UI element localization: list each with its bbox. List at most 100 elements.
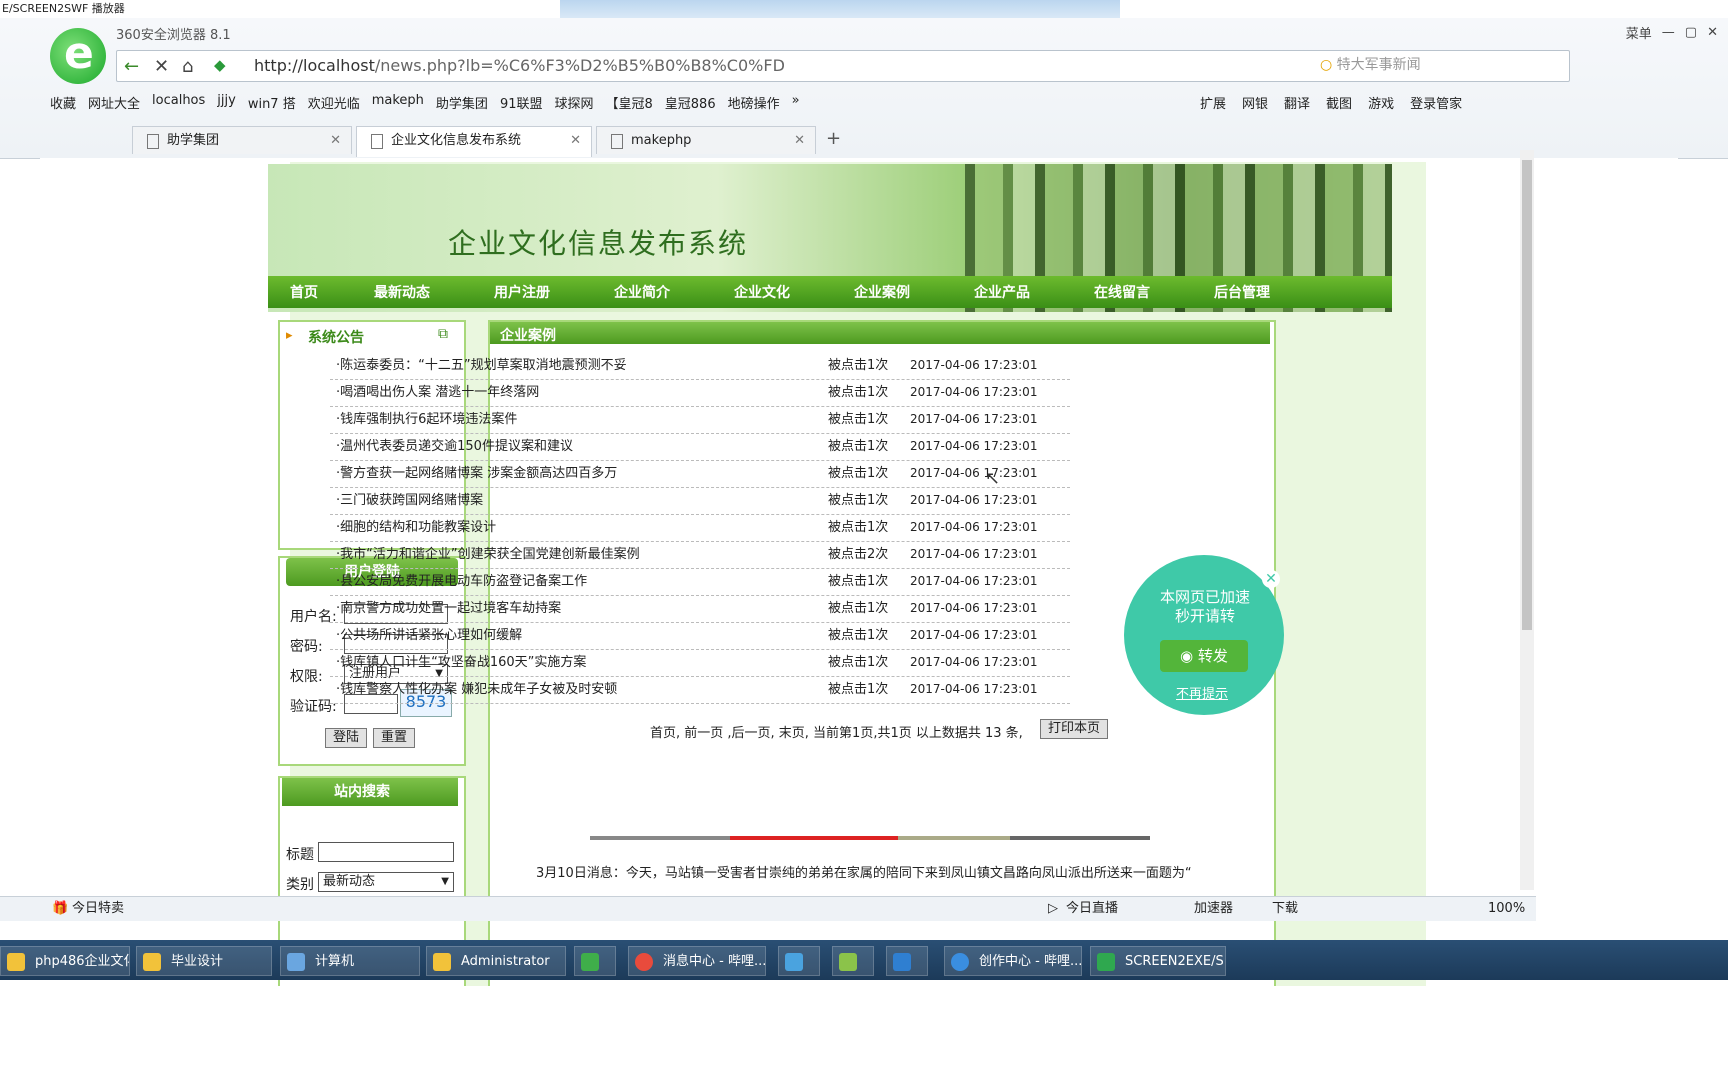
status-deals[interactable]: 今日特卖 (72, 897, 124, 921)
close-tab-icon[interactable]: ✕ (794, 127, 805, 155)
list-item[interactable]: ·我市“活力和谐企业”创建荣获全国党建创新最佳案例 被点击2次 2017-04-06… (330, 541, 1070, 569)
url-text[interactable]: http://localhost/news.php?lb=%C6%F3%D2%B… (254, 56, 785, 75)
stop-icon[interactable]: ✕ (154, 56, 169, 77)
tool-translate[interactable]: 翻译 (1284, 93, 1310, 112)
bookmark-item[interactable]: localhos (152, 93, 205, 115)
taskbar-item[interactable]: php486企业文化... (0, 946, 130, 976)
taskbar-app[interactable] (778, 946, 820, 976)
item-title[interactable]: ·细胞的结构和功能教案设计 (336, 514, 496, 541)
close-tab-icon[interactable]: ✕ (570, 127, 581, 155)
item-title[interactable]: ·县公安局免费开展电动车防盗登记备案工作 (336, 568, 587, 595)
share-button[interactable]: ◉ 转发 (1160, 640, 1248, 672)
status-download[interactable]: 下载 (1272, 897, 1298, 921)
search-input[interactable]: ○ 特大军事新闻 (1320, 54, 1560, 76)
nav-messages[interactable]: 在线留言 (1094, 282, 1192, 302)
print-button[interactable]: 打印本页 (1040, 719, 1108, 739)
item-title[interactable]: ·喝酒喝出伤人案 潜逃十一年终落网 (336, 379, 539, 406)
item-title[interactable]: ·钱库镇人口计生“攻坚奋战160天”实施方案 (336, 649, 586, 676)
list-item[interactable]: ·喝酒喝出伤人案 潜逃十一年终落网 被点击1次 2017-04-06 17:23:0… (330, 379, 1070, 407)
nav-news[interactable]: 最新动态 (374, 282, 472, 302)
item-title[interactable]: ·南京警方成功处置一起过境客车劫持案 (336, 595, 561, 622)
list-item[interactable]: ·陈运泰委员：“十二五”规划草案取消地震预测不妥 被点击1次 2017-04-06 … (330, 352, 1070, 380)
taskbar-item[interactable]: Administrator (426, 946, 566, 976)
list-item[interactable]: ·钱库镇人口计生“攻坚奋战160天”实施方案 被点击1次 2017-04-06 17… (330, 649, 1070, 677)
tab-active[interactable]: 企业文化信息发布系统 ✕ (356, 126, 592, 157)
list-item[interactable]: ·公共场所讲话紧张心理如何缓解 被点击1次 2017-04-06 17:23:01 (330, 622, 1070, 650)
item-title[interactable]: ·我市“活力和谐企业”创建荣获全国党建创新最佳案例 (336, 541, 640, 568)
list-item[interactable]: ·警方查获一起网络赌博案 涉案金额高达四百多万 被点击1次 2017-04-06 1… (330, 460, 1070, 488)
more-icon[interactable]: ⧉ (438, 326, 448, 342)
taskbar-app[interactable] (886, 946, 928, 976)
login-button[interactable]: 登陆 (325, 728, 367, 748)
nav-home[interactable]: 首页 (290, 282, 352, 302)
pagination[interactable]: 首页, 前一页 ,后一页, 末页, 当前第1页,共1页 以上数据共 13 条, (650, 722, 1023, 741)
bookmark-item[interactable]: 网址大全 (88, 93, 140, 115)
search-title-input[interactable] (318, 842, 454, 862)
bookmark-item[interactable]: win7 搭 (248, 93, 296, 115)
scrollbar-thumb[interactable] (1522, 160, 1532, 630)
nav-about[interactable]: 企业简介 (614, 282, 712, 302)
bookmark-item[interactable]: 球探网 (554, 93, 593, 115)
tab-makephp[interactable]: makephp ✕ (596, 126, 816, 154)
item-title[interactable]: ·警方查获一起网络赌博案 涉案金额高达四百多万 (336, 460, 617, 487)
bookmark-item[interactable]: 收藏 (50, 93, 76, 115)
list-item[interactable]: ·三门破获跨国网络赌博案 被点击1次 2017-04-06 17:23:01 (330, 487, 1070, 515)
home-icon[interactable]: ⌂ (182, 56, 193, 77)
tool-bank[interactable]: 网银 (1242, 93, 1268, 112)
nav-register[interactable]: 用户注册 (494, 282, 592, 302)
taskbar-item[interactable]: 消息中心 - 哔哩... (628, 946, 766, 976)
taskbar-app[interactable] (574, 946, 616, 976)
list-item[interactable]: ·钱库强制执行6起环境违法案件 被点击1次 2017-04-06 17:23:01 (330, 406, 1070, 434)
item-title[interactable]: ·公共场所讲话紧张心理如何缓解 (336, 622, 522, 649)
taskbar-item[interactable]: SCREEN2EXE/S... (1090, 946, 1226, 976)
list-item[interactable]: ·县公安局免费开展电动车防盗登记备案工作 被点击1次 2017-04-06 17:2… (330, 568, 1070, 596)
article-paragraph: 3月10日消息：今天，马站镇一受害者甘崇纯的弟弟在家属的陪同下来到凤山镇文昌路向… (536, 866, 1192, 881)
item-title[interactable]: ·陈运泰委员：“十二五”规划草案取消地震预测不妥 (336, 352, 627, 379)
bookmark-item[interactable]: 地磅操作 (728, 93, 780, 115)
status-accelerator[interactable]: 加速器 (1194, 897, 1233, 921)
item-title[interactable]: ·三门破获跨国网络赌博案 (336, 487, 483, 514)
close-tab-icon[interactable]: ✕ (330, 127, 341, 155)
back-arrow-icon[interactable]: ← (124, 56, 139, 77)
list-item[interactable]: ·钱库警察人性化办案 嫌犯未成年子女被及时安顿 被点击1次 2017-04-06 1… (330, 676, 1070, 704)
status-zoom[interactable]: 100% (1488, 897, 1525, 921)
bookmark-item[interactable]: 【皇冠8 (606, 93, 653, 115)
item-title[interactable]: ·钱库强制执行6起环境违法案件 (336, 406, 517, 433)
bookmark-item[interactable]: 皇冠886 (665, 93, 716, 115)
bookmark-item[interactable]: 欢迎光临 (308, 93, 360, 115)
list-item[interactable]: ·南京警方成功处置一起过境客车劫持案 被点击1次 2017-04-06 17:23:… (330, 595, 1070, 623)
bookmark-item[interactable]: 91联盟 (500, 93, 543, 115)
tool-screenshot[interactable]: 截图 (1326, 93, 1352, 112)
new-tab-icon[interactable]: + (826, 128, 841, 149)
taskbar-app[interactable] (832, 946, 874, 976)
minimize-button[interactable]: — (1662, 25, 1675, 40)
bookmark-item[interactable]: jjjy (217, 93, 236, 115)
taskbar-item[interactable]: 计算机 (280, 946, 420, 976)
tool-extensions[interactable]: 扩展 (1200, 93, 1226, 112)
tool-games[interactable]: 游戏 (1368, 93, 1394, 112)
nav-admin[interactable]: 后台管理 (1214, 282, 1294, 302)
list-item[interactable]: ·细胞的结构和功能教案设计 被点击1次 2017-04-06 17:23:01 (330, 514, 1070, 542)
dismiss-link[interactable]: 不再提示 (1176, 683, 1228, 702)
status-live[interactable]: 今日直播 (1066, 897, 1118, 921)
list-item[interactable]: ·温州代表委员递交逾150件提议案和建议 被点击1次 2017-04-06 17:2… (330, 433, 1070, 461)
taskbar-item[interactable]: 创作中心 - 哔哩... (944, 946, 1082, 976)
bookmark-more[interactable]: » (792, 93, 800, 115)
bookmark-item[interactable]: 助学集团 (436, 93, 488, 115)
nav-culture[interactable]: 企业文化 (734, 282, 832, 302)
nav-products[interactable]: 企业产品 (974, 282, 1072, 302)
item-title[interactable]: ·温州代表委员递交逾150件提议案和建议 (336, 433, 573, 460)
bookmark-item[interactable]: makeph (372, 93, 424, 115)
nav-cases[interactable]: 企业案例 (854, 282, 952, 302)
close-icon[interactable]: ✕ (1262, 570, 1280, 588)
search-category-select[interactable]: 最新动态 ▼ (318, 872, 454, 892)
item-title[interactable]: ·钱库警察人性化办案 嫌犯未成年子女被及时安顿 (336, 676, 617, 703)
page-icon (611, 134, 623, 149)
reset-button[interactable]: 重置 (373, 728, 415, 748)
maximize-button[interactable]: ▢ (1685, 25, 1697, 40)
close-window-button[interactable]: ✕ (1707, 25, 1718, 40)
tool-login-manager[interactable]: 登录管家 (1410, 93, 1462, 112)
tab-zhuxue[interactable]: 助学集团 ✕ (132, 126, 352, 154)
menu-button[interactable]: 菜单 (1626, 23, 1652, 42)
taskbar-item[interactable]: 毕业设计 (136, 946, 272, 976)
